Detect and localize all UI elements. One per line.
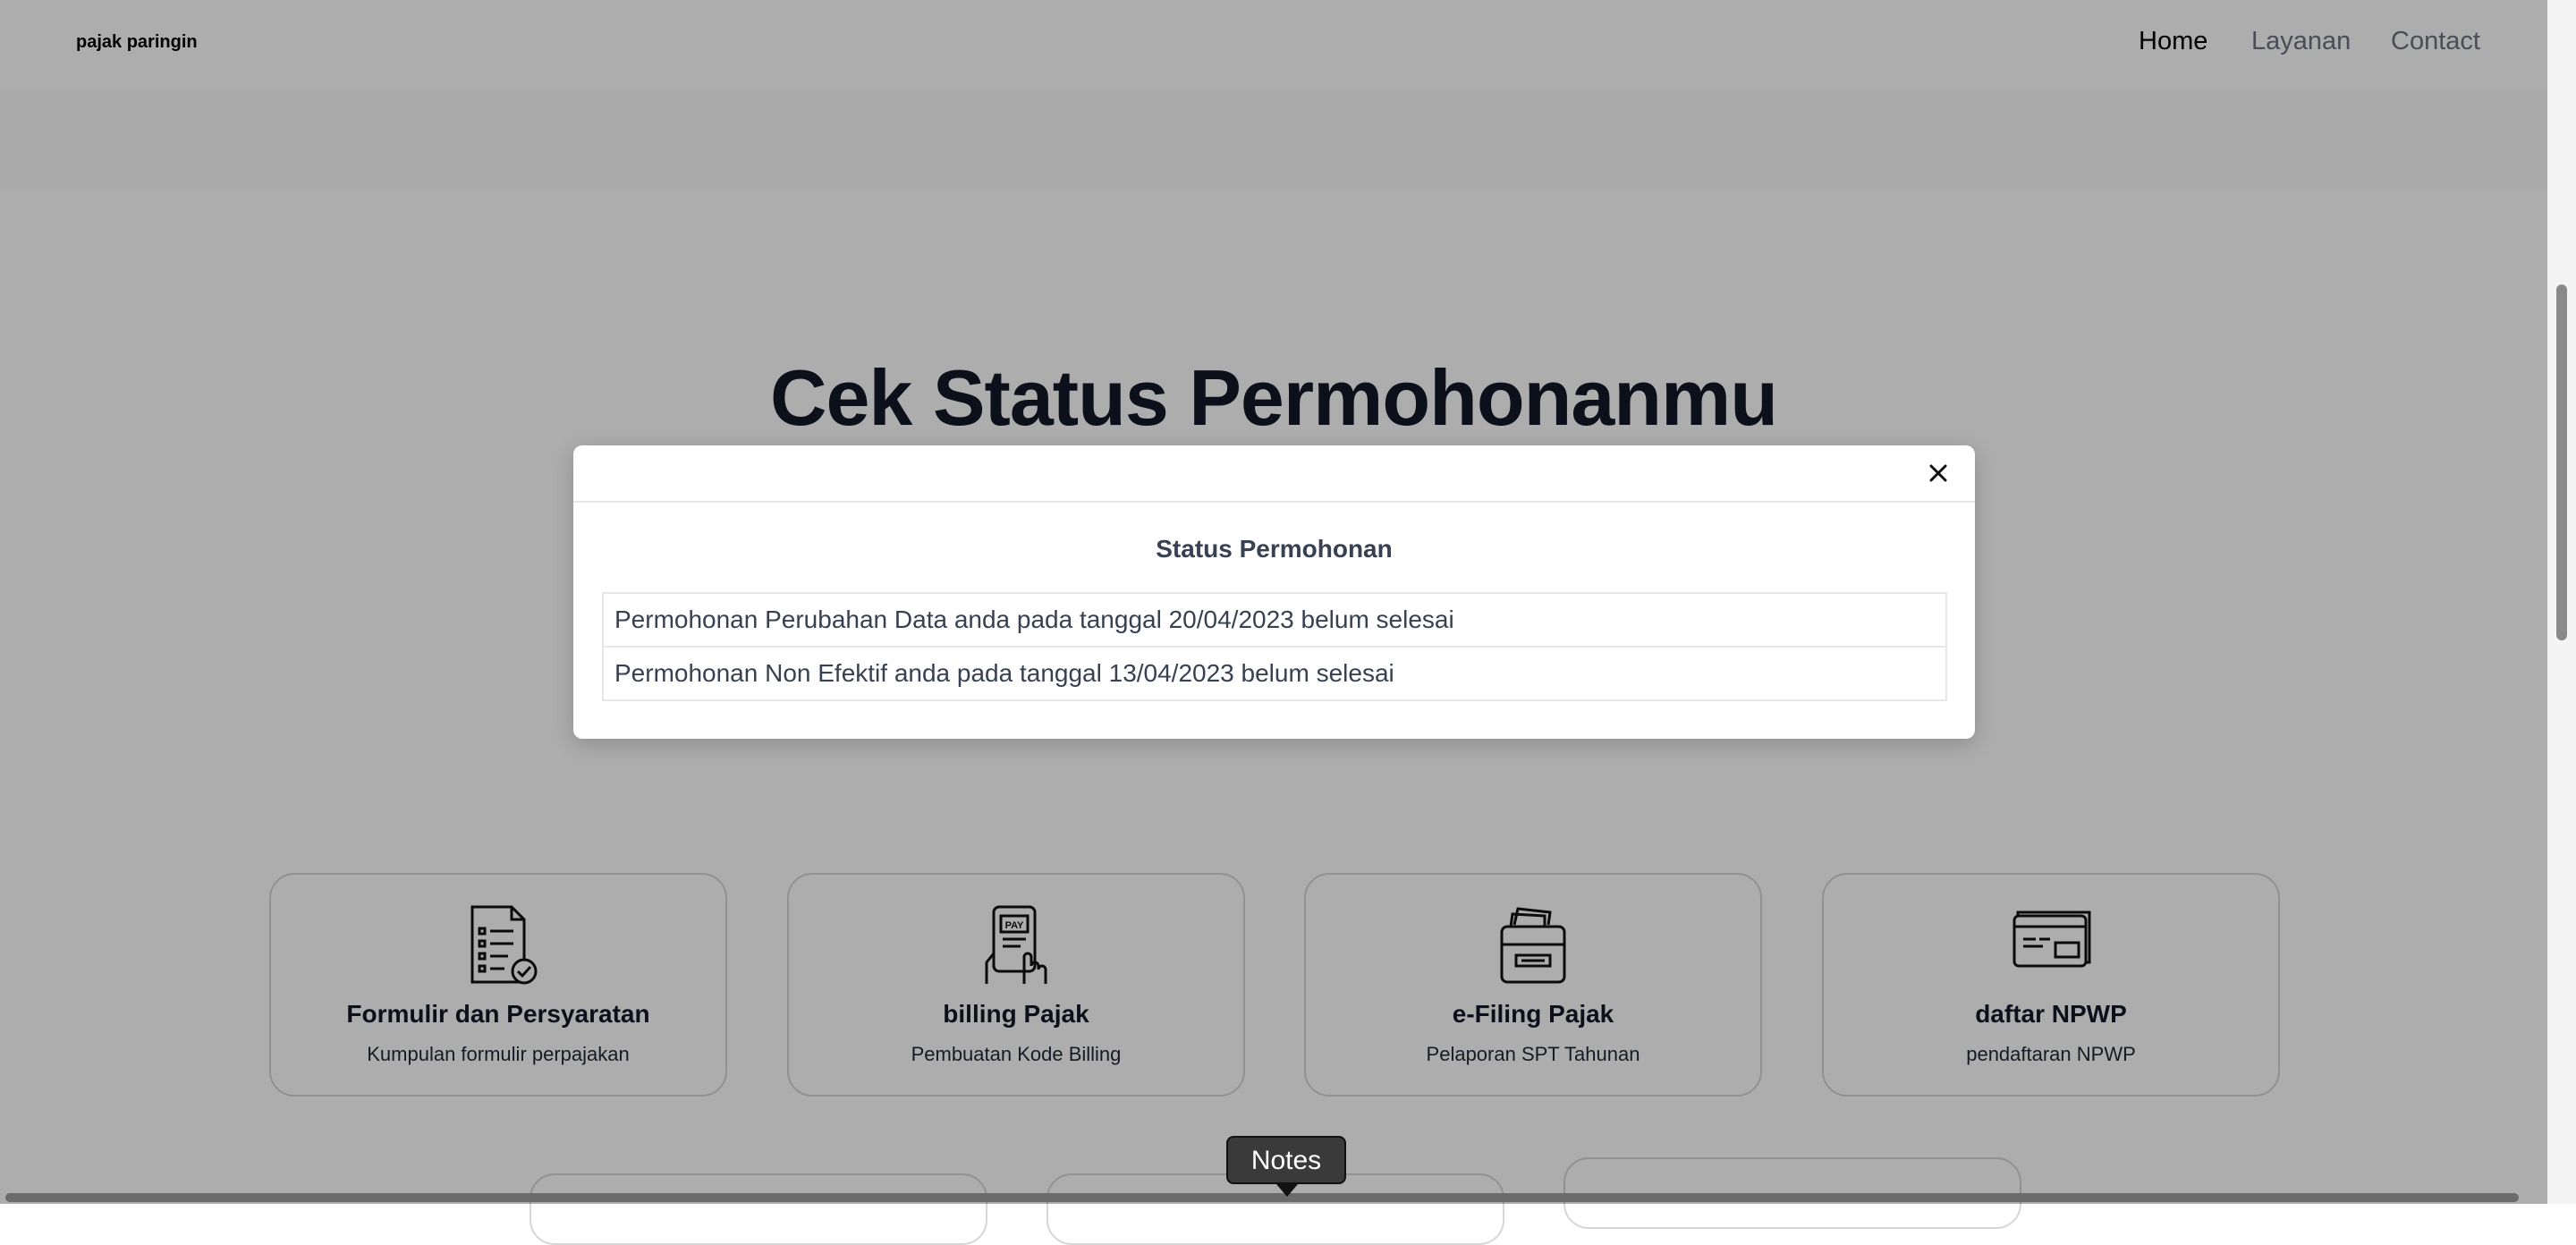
modal-title: Status Permohonan bbox=[1156, 535, 1393, 563]
modal-header bbox=[573, 445, 1975, 503]
vertical-scrollbar[interactable] bbox=[2547, 0, 2576, 1204]
status-modal: Status Permohonan Permohonan Perubahan D… bbox=[573, 445, 1975, 739]
status-list-item: Permohonan Perubahan Data anda pada tang… bbox=[602, 592, 1947, 648]
status-list: Permohonan Perubahan Data anda pada tang… bbox=[602, 592, 1947, 701]
vertical-scrollbar-thumb[interactable] bbox=[2556, 284, 2567, 640]
close-button[interactable] bbox=[1921, 456, 1955, 490]
status-list-item: Permohonan Non Efektif anda pada tanggal… bbox=[602, 646, 1947, 701]
notes-button[interactable]: Notes bbox=[1226, 1136, 1346, 1197]
horizontal-scrollbar[interactable] bbox=[5, 1193, 2519, 1202]
close-icon bbox=[1929, 464, 1947, 482]
